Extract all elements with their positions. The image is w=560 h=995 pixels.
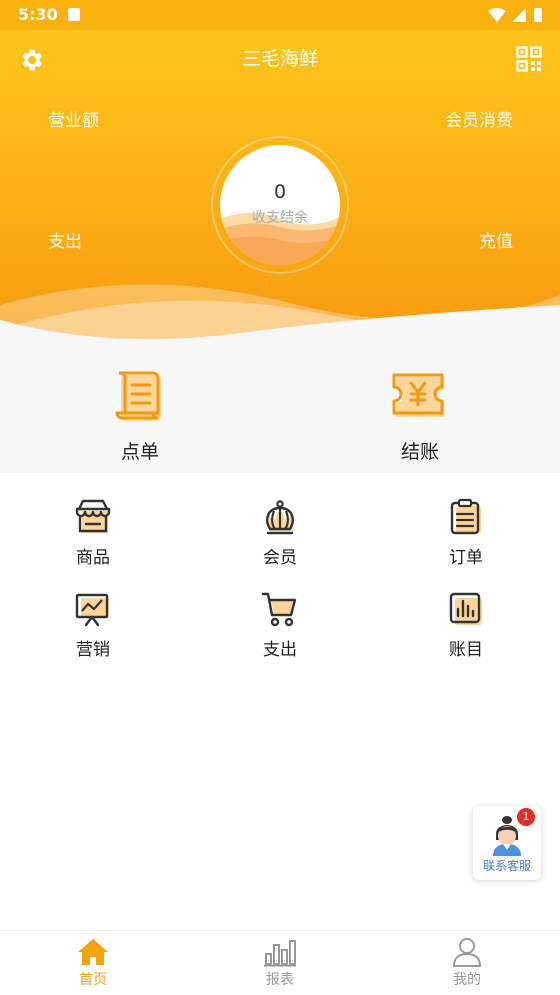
order-button[interactable]: 点单: [80, 369, 200, 464]
balance-value: 0: [273, 181, 287, 203]
cart-icon: [261, 592, 297, 627]
clipboard-icon: [450, 498, 481, 535]
dashboard-header: 三毛海鲜 营业额 会员消费 支出 充值 0 收支结余: [0, 30, 560, 355]
report-icon: [264, 940, 296, 967]
member-spend-stat[interactable]: 会员消费: [445, 106, 513, 131]
checkout-label: 结账: [400, 441, 439, 463]
menu-item-marketing[interactable]: 营销: [33, 589, 153, 660]
tab-reports-label: 报表: [266, 972, 294, 988]
tab-home[interactable]: 首页: [48, 937, 138, 989]
receipt-icon: [115, 371, 161, 421]
tab-reports[interactable]: 报表: [235, 937, 325, 989]
menu-label-accounts: 账目: [449, 640, 483, 660]
qr-code-icon[interactable]: [516, 46, 542, 72]
menu-item-expenses[interactable]: 支出: [220, 589, 340, 660]
battery-icon: [534, 8, 542, 22]
recharge-stat[interactable]: 充值: [479, 227, 513, 252]
yen-ticket-icon: [392, 373, 444, 417]
store-title: 三毛海鲜: [241, 48, 318, 70]
customer-service-button[interactable]: 1 联系客服: [473, 806, 541, 880]
expense-stat[interactable]: 支出: [48, 227, 82, 252]
wifi-icon: [488, 8, 506, 22]
header-waves: [0, 284, 560, 355]
revenue-stat[interactable]: 营业额: [48, 106, 99, 131]
customer-service-label: 联系客服: [482, 859, 531, 873]
system-status-icons: [488, 8, 542, 22]
bar-chart-icon: [449, 592, 482, 625]
bottom-tab-bar: 首页 报表 我的: [0, 930, 560, 995]
checkout-button[interactable]: 结账: [360, 369, 480, 464]
tab-mine[interactable]: 我的: [422, 937, 512, 989]
menu-label-marketing: 营销: [76, 640, 110, 660]
presentation-chart-icon: [75, 593, 109, 627]
tab-mine-label: 我的: [453, 972, 481, 988]
tab-home-label: 首页: [79, 972, 107, 988]
notification-a-icon: [68, 8, 80, 21]
menu-item-products[interactable]: 商品: [33, 497, 153, 568]
balance-label: 收支结余: [252, 210, 308, 226]
user-icon: [453, 938, 481, 967]
menu-item-orders[interactable]: 订单: [406, 497, 526, 568]
menu-label-members: 会员: [263, 548, 297, 568]
home-icon: [78, 939, 108, 965]
menu-item-accounts[interactable]: 账目: [406, 589, 526, 660]
menu-label-expenses: 支出: [263, 640, 297, 660]
quick-actions: 点单 结账: [0, 355, 560, 473]
balance-circle[interactable]: 0 收支结余: [220, 145, 340, 265]
menu-label-products: 商品: [76, 548, 110, 568]
store-icon: [75, 499, 111, 533]
signal-icon: [512, 8, 526, 22]
status-time: 5:30: [18, 5, 58, 24]
notification-badge: 1: [517, 808, 535, 826]
balance-wave: [220, 213, 340, 265]
status-bar: 5:30: [0, 0, 560, 30]
menu-label-orders: 订单: [449, 548, 483, 568]
menu-item-members[interactable]: 会员: [220, 497, 340, 568]
crown-icon: [266, 500, 294, 535]
order-label: 点单: [120, 441, 159, 463]
